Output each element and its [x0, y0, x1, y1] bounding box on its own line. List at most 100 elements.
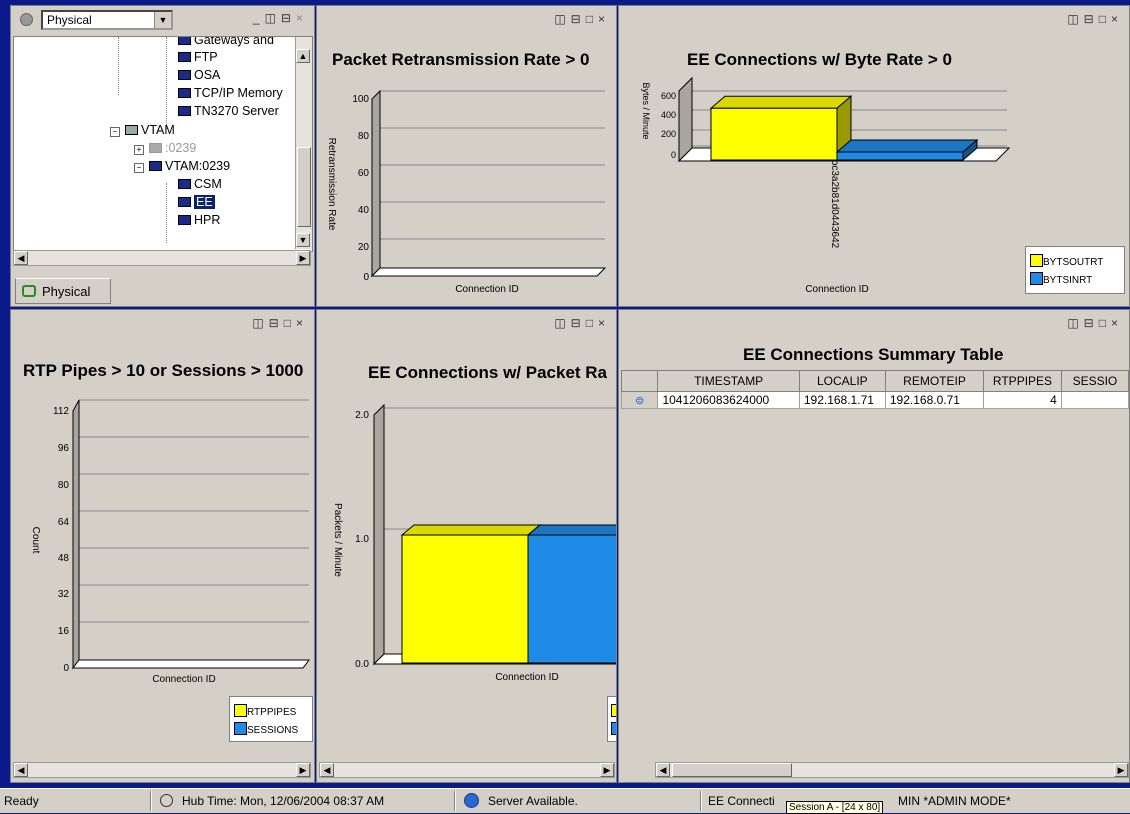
node-icon: [149, 143, 162, 153]
split-vertical-icon[interactable]: ◫: [265, 11, 281, 25]
panel-hscroll[interactable]: ◀ ▶: [13, 762, 311, 778]
tree-item-osa[interactable]: OSA: [178, 68, 220, 82]
tree-item-vtam[interactable]: − VTAM: [110, 123, 175, 137]
bar-top: [400, 524, 542, 536]
y-tick-label: 100: [352, 94, 369, 105]
table-hscroll[interactable]: ◀ ▶: [655, 762, 1129, 778]
split-vertical-icon[interactable]: ◫: [1067, 316, 1083, 330]
column-header[interactable]: SESSIO: [1060, 370, 1129, 392]
y-gridlines: [380, 90, 605, 240]
maximize-icon[interactable]: □: [1099, 316, 1111, 330]
y-tick-label: 64: [58, 517, 70, 528]
node-icon: [178, 215, 191, 225]
split-horizontal-icon[interactable]: ⊟: [1084, 12, 1099, 26]
panel-toolbar: ◫⊟□×: [252, 316, 308, 330]
status-hub-time: Hub Time: Mon, 12/06/2004 08:37 AM: [182, 794, 385, 808]
y-tick-label: 600: [661, 91, 676, 101]
y-tick-label: 1.0: [355, 534, 369, 545]
folder-icon: [125, 125, 138, 135]
retransmission-chart: 100 80 60 40 20 0 Retransmission Rate Co…: [326, 89, 607, 295]
split-horizontal-icon[interactable]: ⊟: [281, 11, 296, 25]
chart-title: EE Connections w/ Packet Ra: [368, 363, 608, 382]
bar: [401, 534, 529, 664]
split-vertical-icon[interactable]: ◫: [554, 12, 570, 26]
legend-item: RTPPIPES: [234, 704, 296, 718]
collapse-icon[interactable]: −: [110, 127, 120, 137]
tree-item-gateways[interactable]: Gateways and: [178, 37, 274, 47]
legend-swatch: [611, 722, 616, 735]
close-icon[interactable]: ×: [1111, 316, 1123, 330]
rtp-pipes-chart-panel: ◫⊟□× RTP Pipes > 10 or Sessions > 1000 1…: [10, 309, 315, 783]
tree-item-ftp[interactable]: FTP: [178, 50, 218, 64]
panel-hscroll[interactable]: ◀ ▶: [319, 762, 615, 778]
tree-vscroll[interactable]: ▲ ▼: [295, 37, 312, 249]
tab-physical[interactable]: Physical: [15, 278, 111, 304]
bar-top: [709, 95, 853, 109]
link-icon[interactable]: ⊜: [620, 391, 659, 409]
column-header[interactable]: REMOTEIP: [884, 370, 985, 392]
tree-item-vtam-offline[interactable]: +:0239: [134, 141, 196, 155]
view-select[interactable]: Physical ▼: [41, 10, 173, 30]
close-icon[interactable]: ×: [598, 316, 610, 330]
close-icon[interactable]: ×: [296, 316, 308, 330]
byte-rate-chart-panel: ◫⊟□× EE Connections w/ Byte Rate > 0 600…: [618, 5, 1130, 307]
tree-item-hpr[interactable]: HPR: [178, 213, 220, 227]
split-horizontal-icon[interactable]: ⊟: [1084, 316, 1099, 330]
node-icon: [178, 179, 191, 189]
collapse-icon[interactable]: −: [134, 163, 144, 173]
chevron-down-icon[interactable]: ▼: [154, 12, 171, 28]
row-link-header: [620, 370, 659, 392]
maximize-icon[interactable]: □: [1099, 12, 1111, 26]
status-mode: MIN *ADMIN MODE*: [898, 794, 1011, 808]
y-axis-label: Count: [30, 527, 41, 554]
maximize-icon[interactable]: □: [284, 316, 296, 330]
split-vertical-icon[interactable]: ◫: [554, 316, 570, 330]
chart-floor: [370, 267, 607, 277]
y-tick-label: 0: [671, 150, 676, 160]
split-vertical-icon[interactable]: ◫: [1067, 12, 1083, 26]
close-icon[interactable]: ×: [598, 12, 610, 26]
split-horizontal-icon[interactable]: ⊟: [571, 316, 586, 330]
tree-item-csm[interactable]: CSM: [178, 177, 222, 191]
y-axis-wall: [373, 403, 385, 666]
y-tick-label: 80: [58, 480, 70, 491]
tree-item-ee[interactable]: EE: [178, 195, 215, 209]
maximize-icon[interactable]: □: [586, 316, 598, 330]
y-tick-label: 0: [363, 272, 369, 283]
tree-hscroll[interactable]: ◀ ▶: [13, 250, 311, 266]
column-header[interactable]: TIMESTAMP: [657, 370, 800, 392]
view-select-value: Physical: [47, 13, 92, 27]
y-tick-label: 16: [58, 626, 70, 637]
scroll-thumb[interactable]: [672, 763, 792, 777]
split-horizontal-icon[interactable]: ⊟: [571, 12, 586, 26]
bar-group: [400, 523, 616, 665]
y-tick-label: 0.0: [355, 659, 369, 670]
y-tick-label: 96: [58, 443, 70, 454]
close-icon[interactable]: ×: [1111, 12, 1123, 26]
close-icon[interactable]: ×: [296, 11, 308, 25]
table-title: EE Connections Summary Table: [743, 345, 1004, 364]
table-row[interactable]: ⊜ 1041206083624000 192.168.1.71 192.168.…: [620, 391, 1129, 409]
split-vertical-icon[interactable]: ◫: [252, 316, 268, 330]
y-axis-wall: [678, 76, 693, 163]
scroll-thumb[interactable]: [297, 147, 311, 227]
split-horizontal-icon[interactable]: ⊟: [269, 316, 284, 330]
y-gridlines: [79, 399, 309, 623]
maximize-icon[interactable]: □: [586, 12, 598, 26]
y-tick-label: 400: [661, 110, 676, 120]
legend-swatch: [1030, 272, 1043, 285]
tree-item-tn3270[interactable]: TN3270 Server: [178, 104, 279, 118]
expand-icon[interactable]: +: [134, 145, 144, 155]
column-header[interactable]: LOCALIP: [798, 370, 886, 392]
navigator-tree: Gateways and FTP OSA TCP/IP Memory TN327…: [13, 36, 313, 252]
table-header-row: TIMESTAMP LOCALIP REMOTEIP RTPPIPES SESS…: [620, 370, 1129, 392]
column-header[interactable]: RTPPIPES: [983, 370, 1062, 392]
table-cell: [1060, 391, 1129, 409]
tree-item-tcpip-memory[interactable]: TCP/IP Memory: [178, 86, 283, 100]
chart-legend: BYTSOUTRT BYTSINRT: [1025, 246, 1125, 294]
status-server: Server Available.: [488, 794, 578, 808]
tree-item-vtam-0239[interactable]: − VTAM:0239: [134, 159, 230, 173]
minimize-icon[interactable]: _: [253, 11, 265, 25]
y-tick-label: 40: [358, 205, 370, 216]
y-tick-labels: 112 96 80 64 48 32 16 0: [53, 406, 69, 674]
